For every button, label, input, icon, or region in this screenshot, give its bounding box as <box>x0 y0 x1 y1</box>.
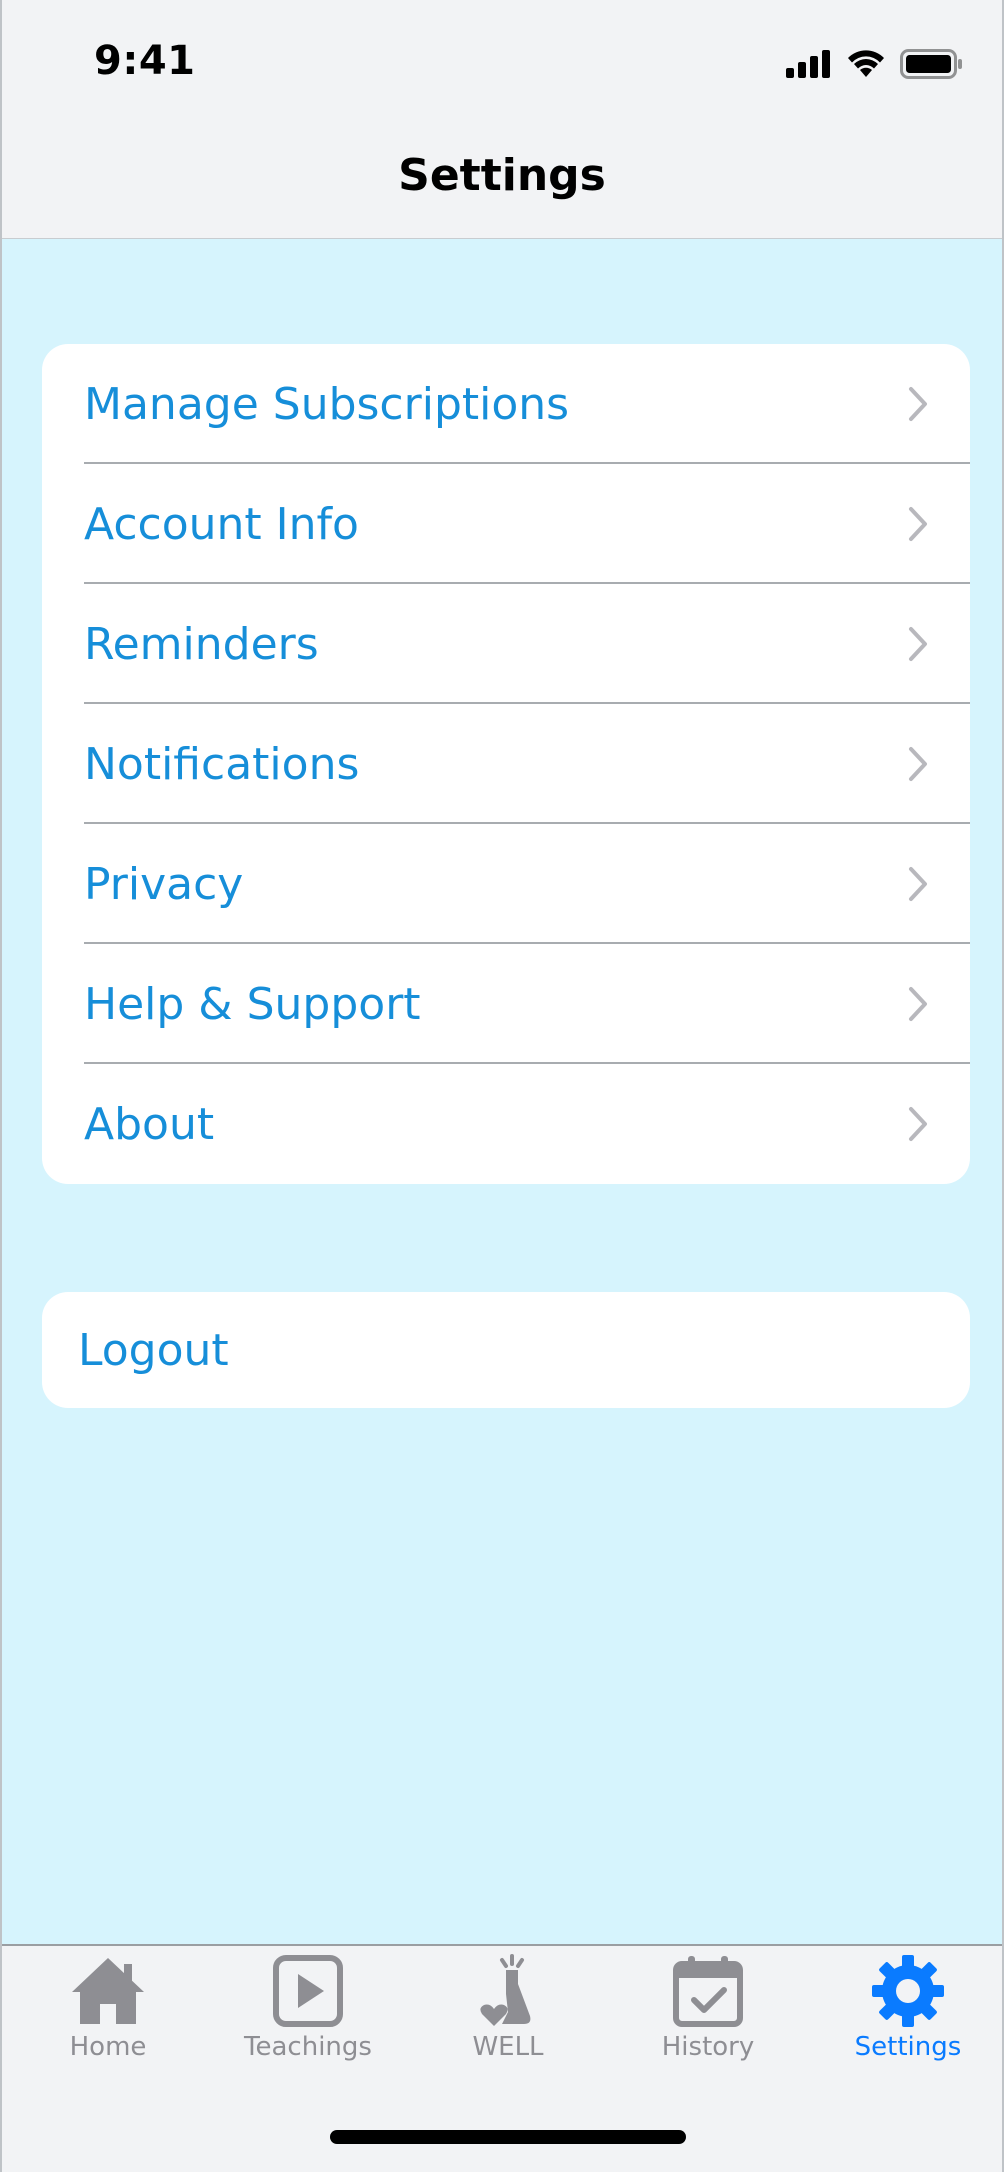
chevron-right-icon <box>909 987 927 1021</box>
menu-item-help-support[interactable]: Help & Support <box>42 944 970 1064</box>
menu-item-account-info[interactable]: Account Info <box>42 464 970 584</box>
menu-item-label: Help & Support <box>84 978 421 1030</box>
tab-label: Home <box>69 2032 147 2062</box>
chevron-right-icon <box>909 747 927 781</box>
logout-button[interactable]: Logout <box>42 1292 970 1408</box>
play-square-icon <box>273 1955 343 2027</box>
menu-item-label: Notifications <box>84 738 360 790</box>
home-indicator[interactable] <box>330 2130 686 2144</box>
tab-teachings[interactable]: Teachings <box>208 1954 408 2062</box>
chevron-right-icon <box>909 507 927 541</box>
house-icon <box>72 1958 144 2024</box>
well-flask-icon <box>480 1954 531 2026</box>
chevron-right-icon <box>909 1107 927 1141</box>
tab-settings[interactable]: Settings <box>808 1954 1002 2062</box>
tab-history[interactable]: History <box>608 1954 808 2062</box>
logout-label: Logout <box>78 1324 229 1376</box>
tab-bar: Home Teachings WELL History Settings <box>2 1944 1002 2172</box>
settings-menu: Manage Subscriptions Account Info Remind… <box>42 344 970 1184</box>
chevron-right-icon <box>909 387 927 421</box>
gear-icon <box>872 1955 944 2027</box>
menu-item-label: About <box>84 1098 215 1150</box>
cellular-signal-icon <box>786 50 830 78</box>
wifi-icon <box>848 50 884 77</box>
page-title: Settings <box>398 150 606 201</box>
top-bar: 9:41 Settings <box>2 0 1002 239</box>
menu-item-notifications[interactable]: Notifications <box>42 704 970 824</box>
menu-item-privacy[interactable]: Privacy <box>42 824 970 944</box>
tab-label: History <box>661 2032 755 2062</box>
chevron-right-icon <box>909 867 927 901</box>
battery-icon <box>900 49 962 79</box>
settings-screen: 9:41 Settings Manage Subscriptions Accou… <box>0 0 1004 2172</box>
status-time: 9:41 <box>94 38 196 84</box>
menu-item-label: Manage Subscriptions <box>84 378 570 430</box>
tab-well[interactable]: WELL <box>408 1954 608 2062</box>
status-icons <box>786 44 964 84</box>
menu-item-about[interactable]: About <box>42 1064 970 1184</box>
menu-item-label: Privacy <box>84 858 244 910</box>
chevron-right-icon <box>909 627 927 661</box>
menu-item-label: Account Info <box>84 498 359 550</box>
tab-label: Teachings <box>244 2032 372 2062</box>
menu-item-label: Reminders <box>84 618 319 670</box>
menu-item-manage-subscriptions[interactable]: Manage Subscriptions <box>42 344 970 464</box>
tab-home[interactable]: Home <box>8 1954 208 2062</box>
tab-label: Settings <box>854 2032 962 2062</box>
tab-label: WELL <box>472 2032 544 2062</box>
menu-item-reminders[interactable]: Reminders <box>42 584 970 704</box>
calendar-check-icon <box>673 1956 743 2027</box>
